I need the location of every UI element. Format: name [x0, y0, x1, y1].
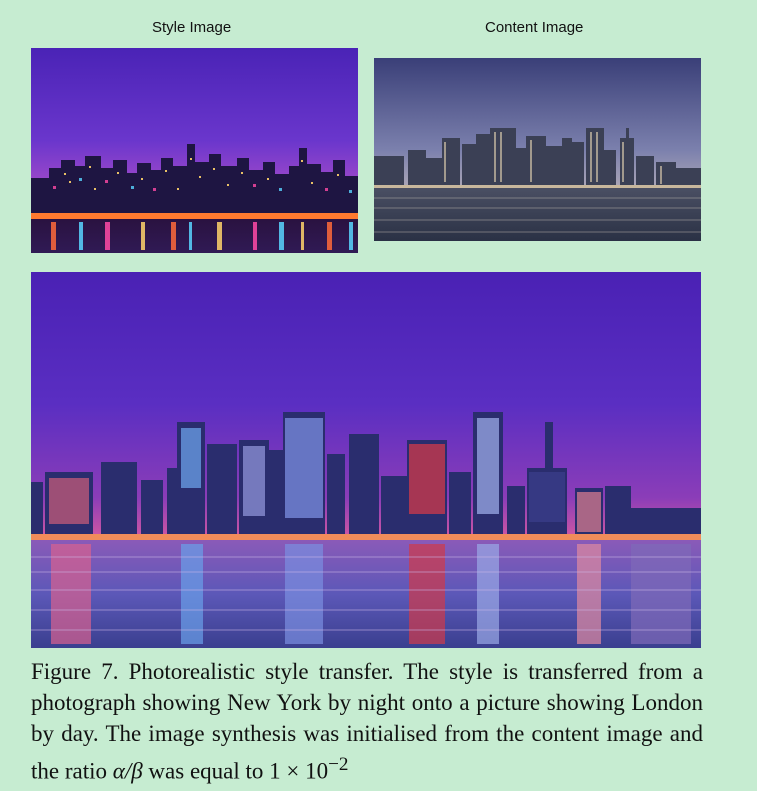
output-image [31, 272, 701, 648]
style-image-label: Style Image [152, 19, 232, 36]
figure-caption: Figure 7. Photorealistic style transfer.… [31, 656, 703, 787]
content-image-label: Content Image [485, 19, 584, 36]
style-image [31, 48, 358, 253]
caption-exponent: −2 [328, 754, 349, 775]
caption-math-alpha-beta: α/β [112, 758, 143, 784]
caption-text-mid: was equal to 1 × 10 [142, 758, 329, 784]
content-image [374, 58, 701, 241]
